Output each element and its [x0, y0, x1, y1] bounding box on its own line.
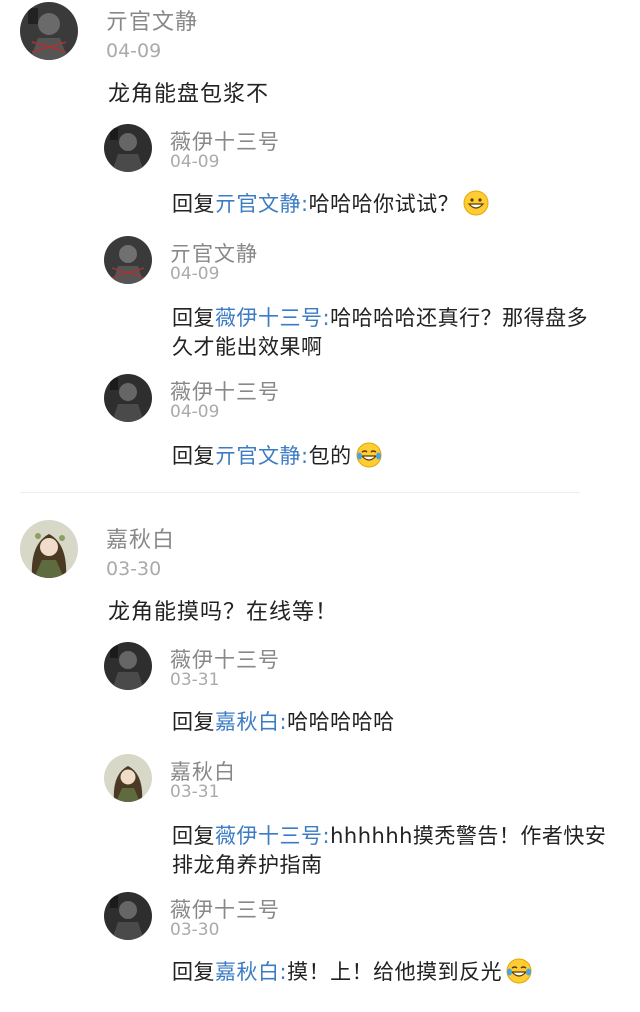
reply-content: 包的 — [308, 444, 352, 468]
reply-item: 亓官文静 04-09 回复薇伊十三号:哈哈哈哈还真行？那得盘多 久才能出效果啊 — [0, 236, 640, 366]
reply-text: 回复亓官文静:包的 — [172, 442, 622, 471]
reply-item: 薇伊十三号 04-09 回复亓官文静:哈哈哈你试试？ — [0, 124, 640, 224]
reply-text: 回复亓官文静:哈哈哈你试试？ — [172, 190, 622, 219]
avatar-dark[interactable] — [104, 236, 152, 284]
mention-link[interactable]: 嘉秋白 — [215, 710, 280, 734]
avatar-dark[interactable] — [104, 642, 152, 690]
reply-date: 03-31 — [170, 782, 220, 802]
mention-colon: : — [322, 824, 331, 848]
reply-text: 回复薇伊十三号:哈哈哈哈还真行？那得盘多 久才能出效果啊 — [172, 304, 622, 362]
mention-colon: : — [322, 306, 331, 330]
reply-item: 嘉秋白 03-31 回复薇伊十三号:hhhhhh摸秃警告！作者快安 排龙角养护指南 — [0, 754, 640, 884]
reply-content: 哈哈哈哈哈 — [287, 710, 395, 734]
reply-prefix: 回复 — [172, 306, 215, 330]
grinning-face-icon — [463, 190, 489, 216]
mention-colon: : — [301, 192, 309, 216]
reply-date: 04-09 — [170, 152, 220, 172]
comment-thread-2: 嘉秋白 03-30 龙角能摸吗？在线等！ — [0, 518, 640, 628]
comment-date: 03-30 — [106, 558, 162, 580]
comment-author[interactable]: 嘉秋白 — [106, 522, 175, 554]
avatar-dark[interactable] — [20, 2, 78, 60]
comment-thread-1: 亓官文静 04-09 龙角能盘包浆不 — [0, 0, 640, 110]
comment-date: 04-09 — [106, 40, 162, 62]
tears-of-joy-icon — [506, 958, 532, 984]
reply-date: 04-09 — [170, 264, 220, 284]
reply-content-line2: 排龙角养护指南 — [172, 853, 323, 877]
avatar-dark[interactable] — [104, 374, 152, 422]
reply-content: 摸！上！给他摸到反光 — [287, 960, 503, 984]
reply-item: 薇伊十三号 03-31 回复嘉秋白:哈哈哈哈哈 — [0, 642, 640, 742]
mention-link[interactable]: 薇伊十三号 — [215, 306, 323, 330]
reply-prefix: 回复 — [172, 960, 215, 984]
reply-item: 薇伊十三号 04-09 回复亓官文静:包的 — [0, 374, 640, 474]
mention-colon: : — [279, 710, 288, 734]
reply-content: hhhhhh摸秃警告！作者快安 — [330, 824, 607, 848]
reply-text: 回复嘉秋白:哈哈哈哈哈 — [172, 708, 622, 737]
reply-item: 薇伊十三号 03-30 回复嘉秋白:摸！上！给他摸到反光 — [0, 892, 640, 992]
mention-link[interactable]: 薇伊十三号 — [215, 824, 323, 848]
mention-colon: : — [279, 960, 288, 984]
reply-prefix: 回复 — [172, 824, 215, 848]
mention-link[interactable]: 亓官文静 — [215, 444, 301, 468]
reply-content: 哈哈哈你试试？ — [308, 192, 460, 216]
comment-text: 龙角能盘包浆不 — [108, 82, 270, 107]
reply-date: 03-31 — [170, 670, 220, 690]
mention-colon: : — [301, 444, 309, 468]
mention-link[interactable]: 亓官文静 — [215, 192, 301, 216]
reply-date: 03-30 — [170, 920, 220, 940]
mention-link[interactable]: 嘉秋白 — [215, 960, 280, 984]
comments-page: 亓官文静 04-09 龙角能盘包浆不 薇伊十三号 04-09 回复亓官文静:哈哈… — [0, 0, 640, 1012]
reply-text: 回复薇伊十三号:hhhhhh摸秃警告！作者快安 排龙角养护指南 — [172, 822, 622, 880]
avatar-girl[interactable] — [104, 754, 152, 802]
tears-of-joy-icon — [356, 442, 382, 468]
avatar-dark[interactable] — [104, 124, 152, 172]
reply-text: 回复嘉秋白:摸！上！给他摸到反光 — [172, 958, 622, 987]
reply-prefix: 回复 — [172, 444, 215, 468]
reply-content-line2: 久才能出效果啊 — [172, 335, 323, 359]
comment-author[interactable]: 亓官文静 — [106, 4, 198, 36]
thread-divider — [20, 492, 580, 493]
avatar-dark[interactable] — [104, 892, 152, 940]
reply-content: 哈哈哈哈还真行？那得盘多 — [330, 306, 589, 330]
reply-prefix: 回复 — [172, 710, 215, 734]
reply-date: 04-09 — [170, 402, 220, 422]
comment-text: 龙角能摸吗？在线等！ — [108, 600, 339, 625]
reply-prefix: 回复 — [172, 192, 215, 216]
avatar-girl[interactable] — [20, 520, 78, 578]
